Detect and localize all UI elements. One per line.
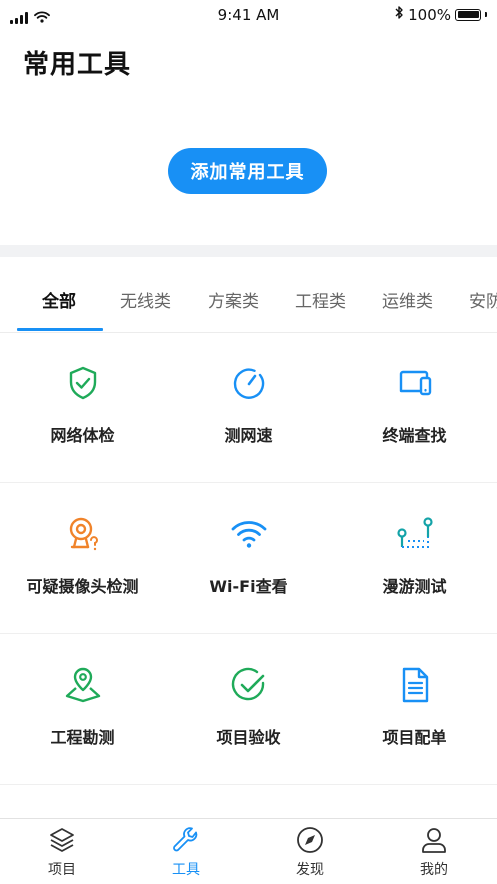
tab-security[interactable]: 安防 [469, 270, 497, 331]
tab-engineering[interactable]: 工程类 [295, 270, 346, 331]
tool-row: 可疑摄像头检测 Wi-Fi查看 漫游测试 [0, 483, 497, 634]
roaming-icon [396, 515, 434, 553]
nav-label: 项目 [48, 862, 76, 878]
speedometer-icon [230, 364, 268, 402]
bluetooth-icon [394, 5, 404, 24]
tool-engineering-survey[interactable]: 工程勘测 [0, 634, 165, 784]
compass-icon [296, 826, 324, 854]
battery-cap [485, 12, 487, 17]
devices-icon [396, 364, 434, 402]
shield-check-icon [64, 364, 102, 402]
active-tab-indicator [17, 328, 103, 331]
tool-label: Wi-Fi查看 [209, 577, 288, 596]
tool-label: 项目验收 [216, 728, 281, 747]
tab-operations[interactable]: 运维类 [382, 270, 433, 331]
nav-label: 工具 [172, 862, 200, 878]
tab-wireless[interactable]: 无线类 [120, 270, 171, 331]
nav-label: 发现 [296, 862, 324, 878]
user-icon [420, 826, 448, 854]
tab-all[interactable]: 全部 [42, 270, 76, 331]
tool-wifi-view[interactable]: Wi-Fi查看 [166, 483, 331, 633]
tool-network-check[interactable]: 网络体检 [0, 332, 165, 482]
tool-project-order[interactable]: 项目配单 [332, 634, 497, 784]
tool-label: 工程勘测 [50, 728, 115, 747]
nav-item-project[interactable]: 项目 [0, 819, 124, 884]
camera-question-icon [64, 515, 102, 553]
add-common-tool-button[interactable]: 添加常用工具 [168, 148, 327, 194]
tool-grid: 网络体检 测网速 终端查找 可疑摄像头检测 Wi-Fi查看 漫游测试 工程勘测 … [0, 332, 497, 785]
bottom-nav: 项目 工具 发现 我的 [0, 818, 497, 884]
tool-row: 工程勘测 项目验收 项目配单 [0, 634, 497, 785]
status-bar: 9:41 AM 100% [0, 0, 497, 30]
tool-project-acceptance[interactable]: 项目验收 [166, 634, 331, 784]
check-circle-icon [230, 666, 268, 704]
wifi-icon [230, 515, 268, 553]
tool-label: 项目配单 [382, 728, 447, 747]
document-icon [396, 666, 434, 704]
tool-speed-test[interactable]: 测网速 [166, 332, 331, 482]
section-divider [0, 245, 497, 257]
nav-item-tools[interactable]: 工具 [124, 819, 248, 884]
page-title: 常用工具 [23, 50, 132, 80]
tool-row: 网络体检 测网速 终端查找 [0, 332, 497, 483]
nav-item-discover[interactable]: 发现 [248, 819, 372, 884]
status-right: 100% [394, 5, 487, 24]
tool-label: 测网速 [224, 426, 273, 445]
tool-roaming-test[interactable]: 漫游测试 [332, 483, 497, 633]
wrench-icon [172, 826, 200, 854]
tool-terminal-finder[interactable]: 终端查找 [332, 332, 497, 482]
battery-percent: 100% [408, 5, 451, 24]
category-tabs: 全部 无线类 方案类 工程类 运维类 安防 [0, 270, 497, 333]
battery-icon [455, 8, 481, 21]
tool-camera-detect[interactable]: 可疑摄像头检测 [0, 483, 165, 633]
tab-solution[interactable]: 方案类 [208, 270, 259, 331]
nav-label: 我的 [420, 862, 448, 878]
tool-label: 可疑摄像头检测 [26, 577, 139, 596]
map-pin-icon [64, 666, 102, 704]
tool-label: 网络体检 [50, 426, 115, 445]
nav-item-mine[interactable]: 我的 [372, 819, 496, 884]
tool-label: 漫游测试 [382, 577, 447, 596]
layers-icon [48, 826, 76, 854]
tool-label: 终端查找 [382, 426, 447, 445]
